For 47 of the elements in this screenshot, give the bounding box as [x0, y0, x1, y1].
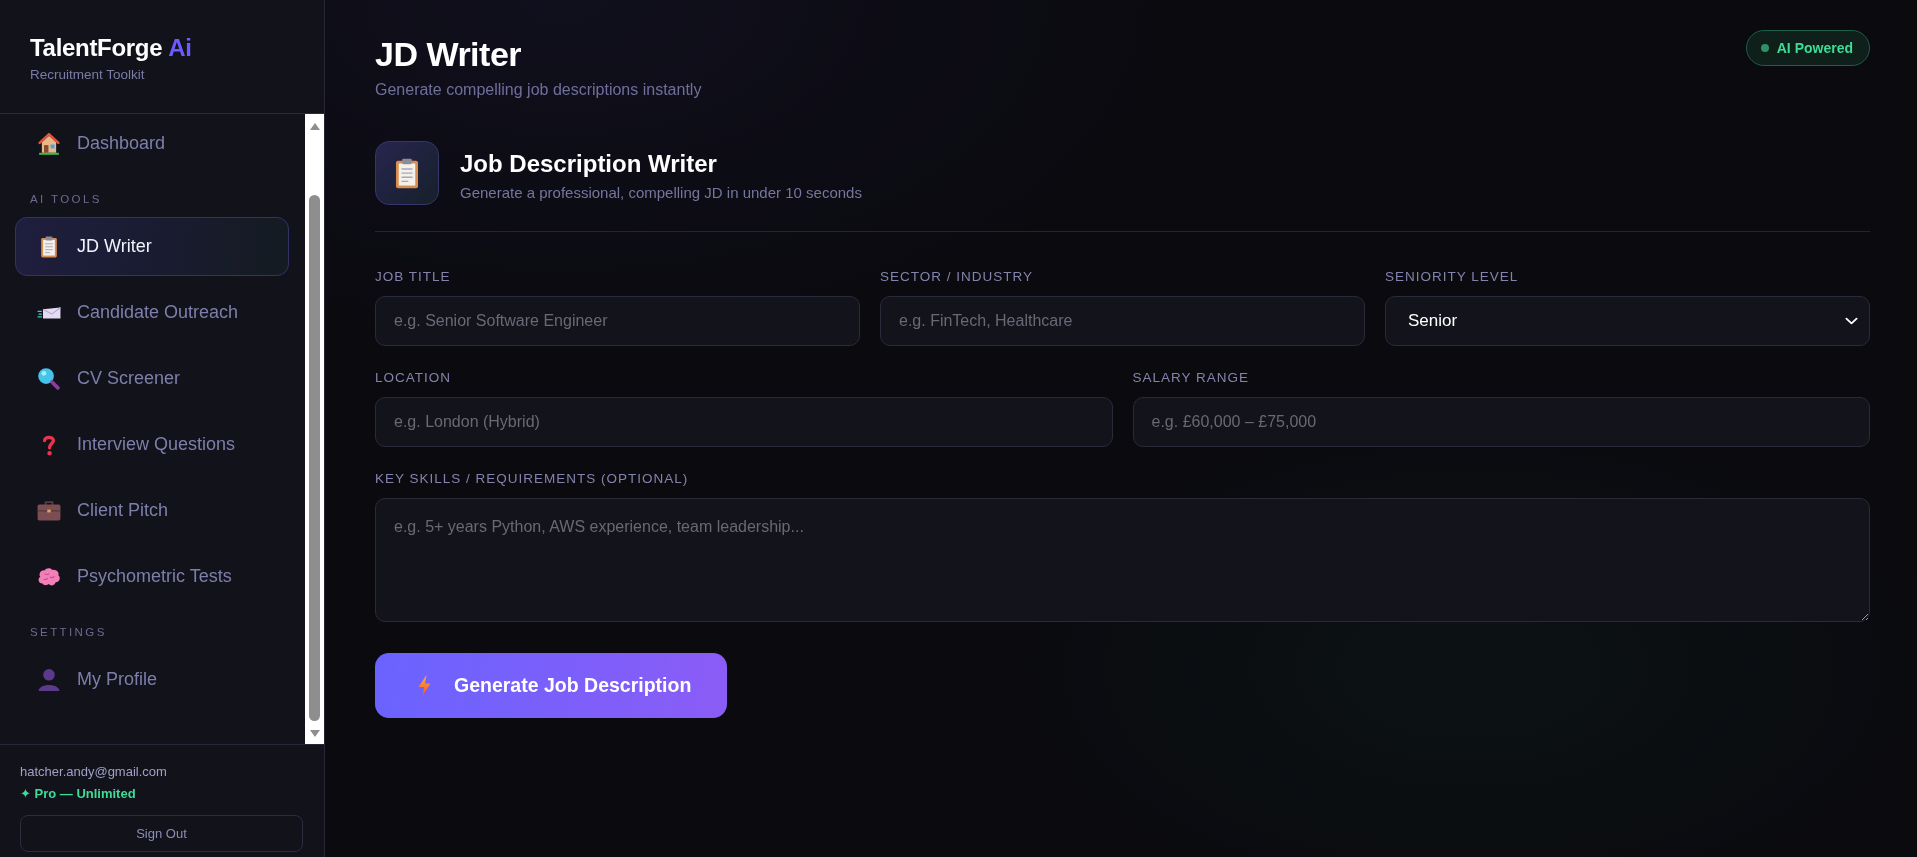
nav-item[interactable]: Psychometric Tests — [15, 547, 289, 606]
brand-tagline: Recruitment Toolkit — [30, 67, 146, 83]
clipboard-icon — [375, 141, 439, 205]
account-email: hatcher.andy@gmail.com — [20, 764, 168, 780]
field-label: LOCATION — [375, 370, 452, 386]
text-area[interactable]: e.g. 5+ years Python, AWS experience, team leadership... — [375, 498, 1870, 622]
text-input[interactable]: e.g. FinTech, Healthcare — [880, 296, 1365, 346]
section-heading: AI TOOLS — [30, 192, 103, 206]
scroll-thumb[interactable] — [309, 195, 320, 721]
field-label: SENIORITY LEVEL — [1385, 269, 1520, 285]
house-icon — [37, 132, 61, 155]
page-subtitle: Generate compelling job descriptions instantly — [375, 80, 702, 100]
dropdown-select[interactable]: Senior — [1385, 296, 1870, 346]
text-input[interactable]: e.g. London (Hybrid) — [375, 397, 1113, 447]
sign-out-button[interactable]: Sign Out — [20, 815, 303, 852]
scroll-down-arrow-icon[interactable] — [309, 730, 320, 737]
status-label: AI Powered — [1776, 40, 1853, 56]
text-input[interactable]: e.g. Senior Software Engineer — [375, 296, 860, 346]
scroll-up-arrow-icon[interactable] — [309, 123, 320, 130]
brand-accent: Ai — [168, 34, 192, 62]
nav-item[interactable]: My Profile — [15, 650, 289, 709]
text-input[interactable]: e.g. £60,000 – £75,000 — [1132, 397, 1870, 447]
briefcase-icon — [37, 499, 61, 522]
brain-icon — [37, 565, 61, 588]
scrollbar-track[interactable] — [305, 114, 324, 744]
status-dot-icon — [1760, 44, 1769, 52]
field-label: JOB TITLE — [375, 269, 452, 285]
generate-button[interactable]: Generate Job Description — [375, 653, 728, 718]
magnifier-icon — [37, 367, 61, 390]
nav-item[interactable]: Interview Questions — [15, 415, 289, 474]
field-label: KEY SKILLS / REQUIREMENTS (OPTIONAL) — [375, 471, 690, 487]
chevron-down-icon — [1845, 317, 1858, 325]
nav-item[interactable]: JD Writer — [15, 217, 289, 276]
nav-item[interactable]: Dashboard — [15, 114, 289, 173]
person-icon — [37, 668, 61, 691]
nav-item[interactable]: CV Screener — [15, 349, 289, 408]
tool-title: Job Description Writer — [460, 149, 718, 179]
field-label: SALARY RANGE — [1132, 370, 1251, 386]
nav-item[interactable]: Client Pitch — [15, 481, 289, 540]
tool-subtitle: Generate a professional, compelling JD in under 10 seconds — [460, 183, 862, 203]
page-title: JD Writer — [375, 34, 523, 74]
plan-label: ✦ Pro — Unlimited — [20, 786, 137, 802]
nav-item[interactable]: Candidate Outreach — [15, 283, 289, 342]
field-label: SECTOR / INDUSTRY — [880, 269, 1035, 285]
lightning-bolt-icon — [418, 675, 431, 696]
brand-name: TalentForge — [30, 34, 163, 62]
section-heading: SETTINGS — [30, 625, 108, 639]
